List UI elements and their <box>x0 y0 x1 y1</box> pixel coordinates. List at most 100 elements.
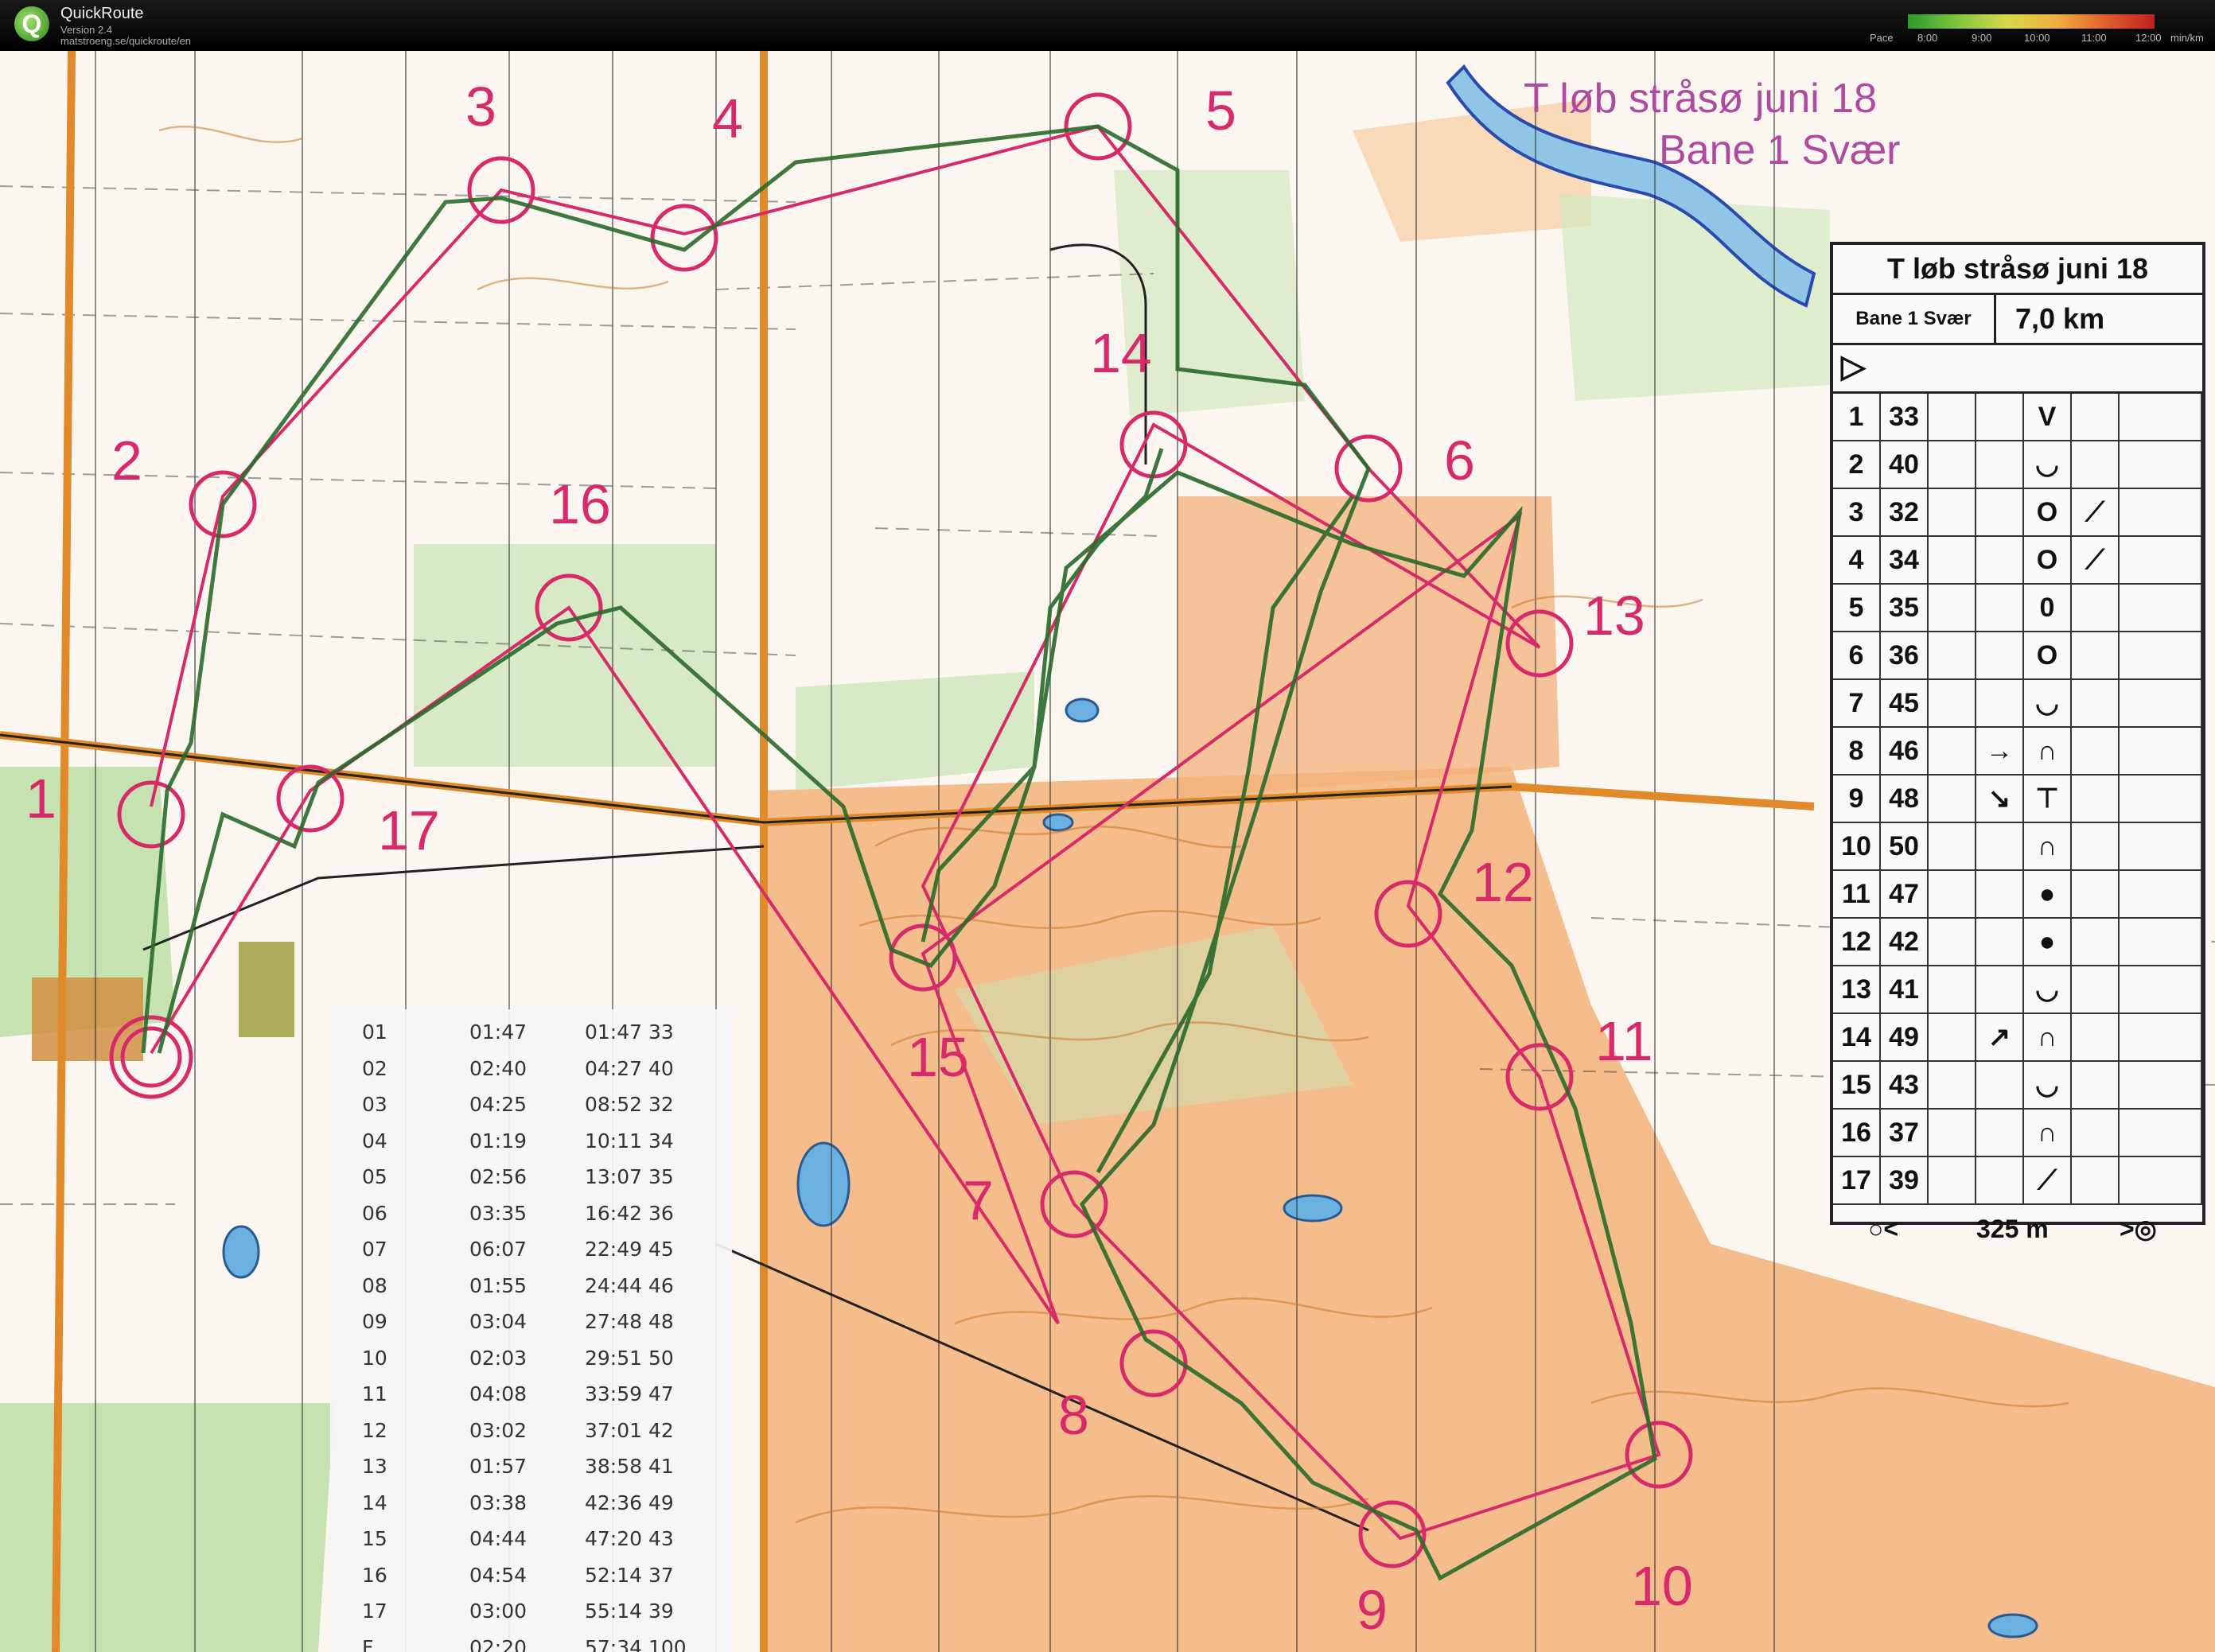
description-direction <box>1976 823 2024 869</box>
description-empty-cell <box>1929 823 1976 869</box>
description-row: 5 35 0 <box>1833 585 2202 632</box>
split-row: 04 01:19 10:11 34 <box>330 1129 732 1164</box>
split-control: 15 <box>362 1527 387 1550</box>
split-row: 05 02:56 13:07 35 <box>330 1165 732 1200</box>
map-course-title: Bane 1 Svær <box>1659 127 1901 173</box>
split-total-time: 10:11 34 <box>585 1129 674 1153</box>
description-control-code: 33 <box>1881 394 1929 440</box>
description-row: 14 49 ↗ ∩ <box>1833 1014 2202 1062</box>
split-control: F <box>362 1635 374 1652</box>
split-leg-time: 03:38 <box>469 1491 527 1514</box>
pond <box>1987 1613 2038 1638</box>
description-detail <box>2072 1110 2120 1156</box>
description-detail <box>2072 728 2120 774</box>
description-empty-cell <box>1929 441 1976 488</box>
lake <box>796 1141 851 1227</box>
split-leg-time: 03:00 <box>469 1600 527 1623</box>
split-control: 13 <box>362 1455 387 1478</box>
description-control-number: 16 <box>1833 1110 1881 1156</box>
description-empty-cell <box>2120 585 2202 631</box>
description-control-number: 10 <box>1833 823 1881 869</box>
split-times-sheet: 01 01:47 01:47 33 02 02:40 04:27 40 03 04:25 08:… <box>330 1009 732 1652</box>
split-row: 14 03:38 42:36 49 <box>330 1491 732 1526</box>
split-total-time: 08:52 32 <box>585 1093 674 1116</box>
description-start-row: ▷ <box>1833 345 2202 394</box>
start-triangle-icon: ▷ <box>1841 349 1866 384</box>
split-leg-time: 04:08 <box>469 1382 527 1405</box>
description-empty-cell <box>2120 966 2202 1013</box>
split-row: 07 06:07 22:49 45 <box>330 1238 732 1273</box>
description-empty-cell <box>2120 728 2202 774</box>
description-direction <box>1976 919 2024 965</box>
split-leg-time: 01:57 <box>469 1455 527 1478</box>
description-feature-symbol: ◡ <box>2024 966 2072 1013</box>
split-row: 10 02:03 29:51 50 <box>330 1347 732 1382</box>
orienteering-map[interactable]: T løb stråsø juni 18 Bane 1 Svær 1 2 3 4… <box>0 51 2215 1652</box>
description-empty-cell <box>1929 1062 1976 1108</box>
split-control: 02 <box>362 1056 387 1080</box>
control-number-14: 14 <box>1090 322 1152 384</box>
description-rows: 1 33 V 2 40 ◡ 3 32 O ⟋ 4 34 O ⟋ 5 35 0 6 36 O 7 45 ◡ 8 46 → ∩ 9 48 ↘ ⊤… <box>1833 394 2202 1205</box>
split-total-time: 22:49 45 <box>585 1238 674 1261</box>
description-row: 6 36 O <box>1833 632 2202 680</box>
description-detail <box>2072 394 2120 440</box>
split-row: 02 02:40 04:27 40 <box>330 1057 732 1092</box>
description-feature-symbol: ● <box>2024 871 2072 917</box>
description-empty-cell <box>2120 871 2202 917</box>
description-row: 11 47 ● <box>1833 871 2202 919</box>
split-leg-time: 02:40 <box>469 1056 527 1080</box>
lake <box>222 1225 260 1279</box>
split-control: 01 <box>362 1020 387 1044</box>
description-row: 10 50 ∩ <box>1833 823 2202 871</box>
description-empty-cell <box>2120 823 2202 869</box>
split-total-time: 04:27 40 <box>585 1056 674 1080</box>
description-feature-symbol: V <box>2024 394 2072 440</box>
split-total-time: 16:42 36 <box>585 1201 674 1225</box>
pace-tick: 12:00 <box>2135 32 2162 44</box>
description-empty-cell <box>2120 775 2202 822</box>
description-empty-cell <box>1929 1110 1976 1156</box>
building-area <box>32 978 143 1061</box>
control-number-17: 17 <box>378 799 440 861</box>
split-control: 16 <box>362 1563 387 1587</box>
pace-tick: 10:00 <box>2024 32 2050 44</box>
description-feature-symbol: ◡ <box>2024 1062 2072 1108</box>
split-row: 16 04:54 52:14 37 <box>330 1564 732 1599</box>
description-empty-cell <box>1929 775 1976 822</box>
description-control-code: 34 <box>1881 537 1929 583</box>
description-direction <box>1976 489 2024 535</box>
control-number-16: 16 <box>549 473 611 535</box>
description-empty-cell <box>2120 394 2202 440</box>
description-control-number: 4 <box>1833 537 1881 583</box>
split-total-time: 01:47 33 <box>585 1020 674 1044</box>
control-number-1: 1 <box>25 768 56 830</box>
pond <box>1283 1194 1343 1222</box>
split-control: 04 <box>362 1129 387 1153</box>
description-feature-symbol: ⟋ <box>2024 1157 2072 1203</box>
description-detail <box>2072 871 2120 917</box>
split-total-time: 55:14 39 <box>585 1600 674 1623</box>
description-control-number: 1 <box>1833 394 1881 440</box>
open-land-area <box>1178 496 1559 799</box>
description-control-number: 9 <box>1833 775 1881 822</box>
app-url[interactable]: matstroeng.se/quickroute/en <box>60 35 191 47</box>
finish-left-symbol: ○< <box>1868 1215 1899 1243</box>
description-control-code: 47 <box>1881 871 1929 917</box>
control-number-15: 15 <box>907 1026 969 1088</box>
finish-distance: 325 m <box>1976 1215 2049 1243</box>
description-control-code: 40 <box>1881 441 1929 488</box>
quickroute-logo-icon: Q <box>14 6 49 41</box>
control-number-12: 12 <box>1472 851 1534 913</box>
split-leg-time: 01:19 <box>469 1129 527 1153</box>
app-version: Version 2.4 <box>60 24 113 36</box>
description-empty-cell <box>1929 537 1976 583</box>
vegetation-area <box>0 1403 334 1652</box>
split-row: 15 04:44 47:20 43 <box>330 1527 732 1562</box>
split-leg-time: 01:55 <box>469 1273 527 1297</box>
split-row: 17 03:00 55:14 39 <box>330 1600 732 1635</box>
description-direction <box>1976 1110 2024 1156</box>
split-total-time: 57:34 100 <box>585 1635 687 1652</box>
description-empty-cell <box>2120 919 2202 965</box>
description-row: 15 43 ◡ <box>1833 1062 2202 1110</box>
split-total-time: 24:44 46 <box>585 1273 674 1297</box>
